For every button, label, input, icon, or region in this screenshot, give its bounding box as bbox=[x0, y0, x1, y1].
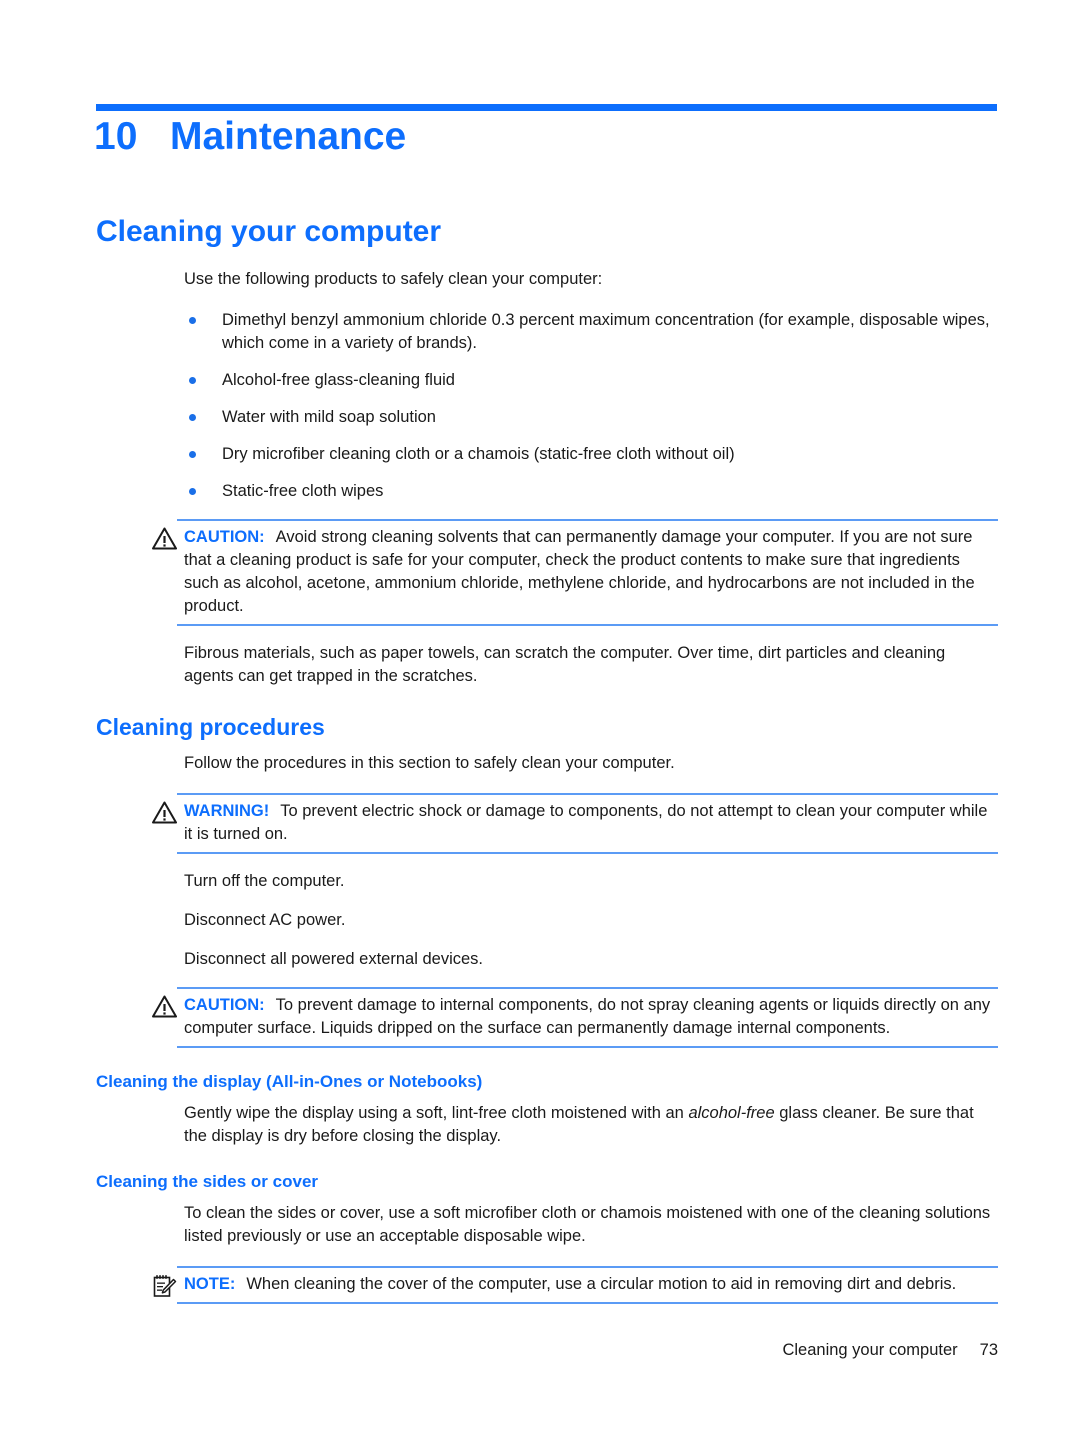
admonition-rule-top bbox=[177, 793, 998, 795]
note-text: When cleaning the cover of the computer,… bbox=[246, 1275, 957, 1293]
admonition-rule-bottom bbox=[177, 624, 998, 626]
procedures-intro-paragraph: Follow the procedures in this section to… bbox=[184, 754, 675, 772]
admonition-rule-top bbox=[177, 1266, 998, 1268]
display-text-before: Gently wipe the display using a soft, li… bbox=[184, 1104, 689, 1122]
caution-text-body: CAUTION: To prevent damage to internal co… bbox=[184, 994, 998, 1040]
list-item-text: Alcohol-free glass-cleaning fluid bbox=[222, 371, 455, 389]
list-item: Dry microfiber cleaning cloth or a chamo… bbox=[0, 443, 1080, 466]
list-item: Dimethyl benzyl ammonium chloride 0.3 pe… bbox=[0, 309, 1080, 355]
list-item-text: Water with mild soap solution bbox=[222, 408, 436, 426]
subsection-heading-cleaning-the-display: Cleaning the display (All-in-Ones or Not… bbox=[96, 1072, 483, 1091]
caution-text: Avoid strong cleaning solvents that can … bbox=[184, 528, 975, 615]
chapter-divider-rule bbox=[96, 104, 997, 111]
caution-text: To prevent damage to internal components… bbox=[184, 996, 991, 1037]
bullet-dot-icon bbox=[189, 488, 196, 495]
intro-paragraph: Use the following products to safely cle… bbox=[184, 270, 603, 288]
footer-page-number: 73 bbox=[979, 1341, 998, 1359]
procedure-step-3: Disconnect all powered external devices. bbox=[184, 950, 483, 968]
caution-label: CAUTION: bbox=[184, 996, 265, 1014]
bullet-dot-icon bbox=[189, 377, 196, 384]
warning-block-electric-shock: WARNING! To prevent electric shock or dam… bbox=[0, 793, 1080, 854]
section-heading-cleaning-procedures: Cleaning procedures bbox=[96, 714, 325, 740]
list-item-text: Dimethyl benzyl ammonium chloride 0.3 pe… bbox=[222, 311, 990, 352]
list-item-text: Dry microfiber cleaning cloth or a chamo… bbox=[222, 445, 735, 463]
admonition-rule-top bbox=[177, 987, 998, 989]
warning-text: To prevent electric shock or damage to c… bbox=[184, 802, 988, 843]
caution-block-solvents: CAUTION: Avoid strong cleaning solvents t… bbox=[0, 519, 1080, 626]
note-block-circular-motion: NOTE: When cleaning the cover of the comp… bbox=[0, 1266, 1080, 1304]
warning-triangle-icon bbox=[152, 995, 178, 1019]
admonition-rule-bottom bbox=[177, 1046, 998, 1048]
admonition-rule-top bbox=[177, 519, 998, 521]
list-item-text: Static-free cloth wipes bbox=[222, 482, 384, 500]
note-label: NOTE: bbox=[184, 1275, 236, 1293]
sides-cover-paragraph: To clean the sides or cover, use a soft … bbox=[184, 1204, 991, 1245]
document-page: 10 Maintenance Cleaning your computer Use… bbox=[0, 0, 1080, 1437]
list-item: Alcohol-free glass-cleaning fluid bbox=[0, 369, 1080, 392]
subsection-heading-cleaning-the-sides-or-cover: Cleaning the sides or cover bbox=[96, 1172, 319, 1191]
admonition-rule-bottom bbox=[177, 1302, 998, 1304]
procedure-step-1: Turn off the computer. bbox=[184, 872, 345, 890]
warning-triangle-icon bbox=[152, 801, 178, 825]
procedure-step-2: Disconnect AC power. bbox=[184, 911, 346, 929]
warning-triangle-icon bbox=[152, 527, 178, 551]
display-italic-term: alcohol-free bbox=[688, 1104, 775, 1122]
caution-label: CAUTION: bbox=[184, 528, 265, 546]
bullet-dot-icon bbox=[189, 414, 196, 421]
section-heading-cleaning-your-computer: Cleaning your computer bbox=[96, 215, 442, 248]
warning-text-body: WARNING! To prevent electric shock or dam… bbox=[184, 800, 998, 846]
note-text-body: NOTE: When cleaning the cover of the comp… bbox=[184, 1273, 998, 1296]
notepad-pencil-icon bbox=[152, 1274, 178, 1298]
fibrous-materials-paragraph: Fibrous materials, such as paper towels,… bbox=[184, 644, 946, 685]
cleaning-products-list: Dimethyl benzyl ammonium chloride 0.3 pe… bbox=[0, 309, 1080, 503]
chapter-heading: 10 Maintenance bbox=[94, 115, 406, 159]
chapter-number: 10 bbox=[94, 115, 138, 158]
bullet-dot-icon bbox=[189, 317, 196, 324]
list-item: Water with mild soap solution bbox=[0, 406, 1080, 429]
admonition-rule-bottom bbox=[177, 852, 998, 854]
list-item: Static-free cloth wipes bbox=[0, 480, 1080, 503]
footer-running-head: Cleaning your computer bbox=[782, 1341, 958, 1359]
bullet-dot-icon bbox=[189, 451, 196, 458]
caution-text-body: CAUTION: Avoid strong cleaning solvents t… bbox=[184, 526, 998, 618]
page-content: Cleaning your computer Use the following… bbox=[0, 214, 1080, 1320]
warning-label: WARNING! bbox=[184, 802, 270, 820]
display-cleaning-paragraph: Gently wipe the display using a soft, li… bbox=[0, 1102, 1080, 1148]
page-footer: Cleaning your computer 73 bbox=[0, 1341, 1080, 1360]
chapter-name: Maintenance bbox=[170, 115, 407, 158]
caution-block-spray: CAUTION: To prevent damage to internal co… bbox=[0, 987, 1080, 1048]
